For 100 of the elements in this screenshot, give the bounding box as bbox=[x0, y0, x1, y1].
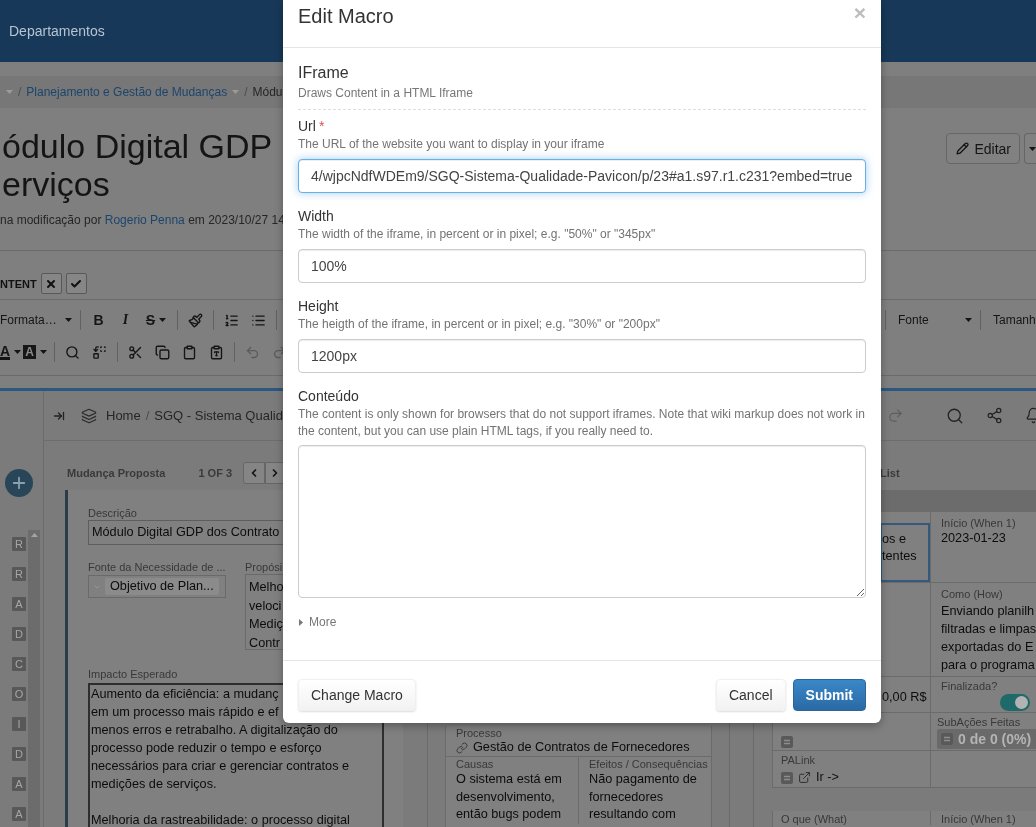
selected-tag: Objetivo de Plan... bbox=[105, 578, 219, 595]
letter-tag[interactable]: D bbox=[12, 747, 26, 761]
text-color-button[interactable]: A bbox=[0, 340, 20, 364]
nav-link[interactable]: Departamentos bbox=[9, 22, 105, 40]
source-select[interactable]: Objetivo de Plan... bbox=[88, 575, 226, 598]
add-button[interactable] bbox=[5, 469, 33, 497]
letter-tag[interactable]: A bbox=[12, 777, 26, 791]
search-icon[interactable] bbox=[946, 406, 964, 425]
bullet-list-icon[interactable] bbox=[251, 312, 266, 328]
strikethrough-button[interactable]: S bbox=[139, 308, 173, 332]
bold-button[interactable]: B bbox=[85, 308, 112, 332]
toggle-switch[interactable] bbox=[1000, 694, 1030, 711]
page-title: ódulo Digital GDP erviços bbox=[2, 127, 273, 203]
next-button[interactable] bbox=[265, 462, 284, 484]
field-label: Efeitos / Consequências bbox=[589, 758, 708, 770]
height-input[interactable]: 1200px bbox=[298, 339, 866, 373]
width-input[interactable]: 100% bbox=[298, 249, 866, 283]
field-label: O que (What) bbox=[781, 813, 848, 825]
toolbar-dropdown[interactable]: Fonte bbox=[890, 308, 976, 332]
counter-text: 0 de 0 (0%) bbox=[958, 731, 1032, 747]
scrollbar[interactable] bbox=[28, 530, 40, 827]
cancel-edit-button[interactable] bbox=[40, 273, 62, 294]
edit-button[interactable]: Editar bbox=[946, 133, 1020, 164]
external-link-icon[interactable] bbox=[798, 771, 811, 784]
author-link[interactable]: Rogerio Penna bbox=[104, 213, 185, 227]
link-icon bbox=[456, 741, 468, 754]
clipboard-icon[interactable] bbox=[182, 344, 197, 360]
field-label: Finalizada? bbox=[941, 680, 998, 692]
check-icon bbox=[70, 277, 83, 290]
url-input[interactable]: 4/wjpcNdfWDEm9/SGQ-Sistema-Qualidade-Pavicon/p/23#a1.s97.r1.c231?embed=true bbox=[298, 159, 866, 193]
search-icon[interactable] bbox=[65, 344, 80, 360]
list-icon bbox=[781, 736, 793, 748]
cancel-button[interactable]: Cancel bbox=[715, 679, 786, 711]
close-icon bbox=[45, 277, 58, 290]
macro-description: Draws Content in a HTML Iframe bbox=[298, 85, 474, 102]
breadcrumb-separator: / bbox=[18, 83, 22, 101]
replace-icon[interactable] bbox=[92, 344, 107, 360]
field-label: SubAções Feitas bbox=[937, 716, 1021, 728]
page-counter: 1 OF 3 bbox=[198, 466, 233, 481]
breadcrumb-link[interactable]: Home bbox=[106, 407, 141, 424]
letter-tag[interactable]: O bbox=[12, 687, 26, 701]
go-link[interactable]: Ir -> bbox=[816, 769, 839, 786]
more-toggle[interactable]: More bbox=[298, 614, 337, 631]
letter-tag[interactable]: C bbox=[12, 657, 26, 671]
field-label: Causas bbox=[456, 758, 494, 770]
submit-button[interactable]: Submit bbox=[792, 679, 866, 711]
field-value: Não pagamento de fornecedores resultando com bbox=[589, 771, 697, 823]
field-label: Height bbox=[298, 297, 339, 316]
field-label: Propósi bbox=[245, 560, 283, 574]
field-label: Impacto Esperado bbox=[88, 667, 178, 681]
description-field[interactable]: Módulo Digital GDP dos Contrato bbox=[88, 520, 283, 545]
scissors-icon[interactable] bbox=[128, 344, 143, 360]
change-macro-button[interactable]: Change Macro bbox=[298, 679, 416, 711]
share-icon[interactable] bbox=[986, 407, 1003, 424]
field-label: PALink bbox=[781, 754, 816, 766]
letter-tag[interactable]: R bbox=[12, 537, 26, 551]
letter-tag[interactable]: A bbox=[12, 597, 26, 611]
field-description: The URL of the website you want to display in your iframe bbox=[298, 136, 606, 153]
field-description: The width of the iframe, in percent or in pixel; e.g. "50%" or "345px" bbox=[298, 226, 657, 243]
letter-tag[interactable]: R bbox=[12, 567, 26, 581]
column-title: Mudança Proposta bbox=[67, 466, 166, 481]
field-value: 0,00 R$ bbox=[882, 689, 927, 706]
plus-icon bbox=[10, 474, 28, 492]
breadcrumb-item[interactable]: SGQ - Sistema Qualid bbox=[154, 407, 283, 424]
toolbar-dropdown[interactable]: Formata… bbox=[0, 308, 76, 332]
brush-icon[interactable] bbox=[188, 312, 203, 328]
highlight-color-button[interactable]: A bbox=[20, 340, 50, 364]
copy-icon[interactable] bbox=[155, 344, 170, 360]
save-button[interactable] bbox=[65, 273, 87, 294]
field-value: O sistema está em desenvolvimento, então bugs podem bbox=[456, 771, 562, 823]
field-value: Enviando planilh filtradas e limpas exportadas do E para o programa bbox=[941, 603, 1036, 674]
field-label: Processo bbox=[456, 727, 502, 739]
process-link[interactable]: Gestão de Contratos de Fornecedores bbox=[473, 739, 690, 756]
field-label: Início (When 1) bbox=[941, 517, 1016, 529]
macro-name: IFrame bbox=[298, 63, 350, 83]
field-label: Início (When 1) bbox=[941, 813, 1016, 825]
field-description: The heigth of the iframe, in percent or in pixel; e.g. "30%" or "200px" bbox=[298, 316, 661, 333]
field-value: 2023-01-23 bbox=[941, 530, 1006, 547]
list-icon bbox=[941, 733, 953, 745]
field-label: Fonte da Necessidade de ... bbox=[88, 560, 226, 574]
numbered-list-icon[interactable] bbox=[224, 312, 239, 328]
field-label: Width bbox=[298, 207, 334, 226]
dialog-title: Edit Macro bbox=[298, 4, 394, 29]
letter-tag[interactable]: D bbox=[12, 627, 26, 641]
field-description: The content is only shown for browsers that do not support iframes. Note that wiki markup does not work in the content, but you can use plain HTML tags, if you really need to. bbox=[298, 406, 866, 440]
caret-icon bbox=[1029, 146, 1036, 151]
field-label: Descrição bbox=[88, 506, 137, 520]
column-title: List bbox=[880, 466, 900, 481]
prev-button[interactable] bbox=[243, 462, 266, 484]
italic-button[interactable]: I bbox=[112, 308, 139, 332]
field-label: Url * bbox=[298, 117, 325, 136]
clipboard-text-icon[interactable] bbox=[209, 344, 224, 360]
breadcrumb-separator: / bbox=[244, 83, 248, 101]
toolbar-dropdown[interactable]: Tamanh bbox=[985, 308, 1036, 332]
dropdown-button[interactable] bbox=[1024, 133, 1036, 164]
breadcrumb-item[interactable]: Módu bbox=[252, 83, 283, 101]
field-label: Conteúdo bbox=[298, 387, 359, 406]
letter-tag[interactable]: A bbox=[12, 807, 26, 821]
list-icon bbox=[781, 771, 793, 784]
arrow-to-line-icon[interactable] bbox=[53, 409, 65, 422]
